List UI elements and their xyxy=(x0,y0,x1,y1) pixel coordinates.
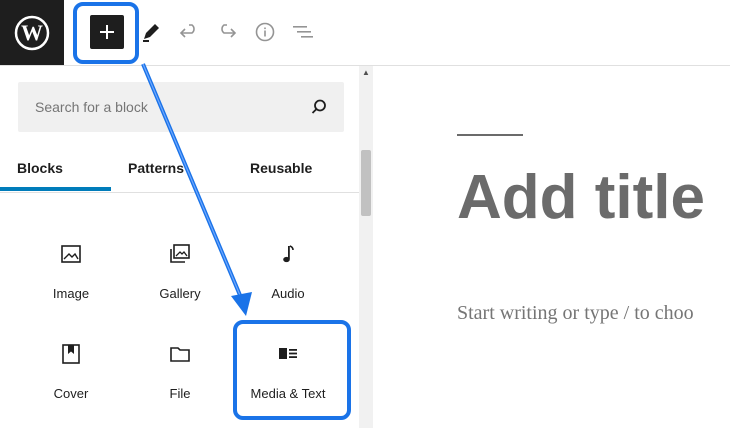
scrollbar-thumb[interactable] xyxy=(361,150,371,216)
list-view-icon[interactable] xyxy=(289,18,317,46)
scroll-up-arrow-icon[interactable]: ▲ xyxy=(362,68,370,77)
search-icon[interactable] xyxy=(310,98,328,121)
edit-pencil-icon[interactable] xyxy=(137,18,165,46)
block-gallery[interactable]: Gallery xyxy=(130,240,230,301)
block-file[interactable]: File xyxy=(130,340,230,401)
title-separator xyxy=(457,134,523,136)
tab-reusable[interactable]: Reusable xyxy=(250,160,312,176)
active-tab-indicator xyxy=(0,187,111,191)
inserter-scrollbar[interactable]: ▲ xyxy=(359,66,373,428)
block-label: Gallery xyxy=(159,286,201,301)
post-title-input[interactable]: Add title xyxy=(457,162,705,233)
block-label: Image xyxy=(52,286,90,301)
wordpress-logo-icon[interactable]: W xyxy=(0,0,64,65)
inserter-highlight-box xyxy=(73,2,139,64)
image-icon xyxy=(21,240,121,268)
svg-text:W: W xyxy=(21,20,43,45)
block-cover[interactable]: Cover xyxy=(21,340,121,401)
tab-patterns[interactable]: Patterns xyxy=(128,160,184,176)
block-audio[interactable]: Audio xyxy=(238,240,338,301)
music-note-icon xyxy=(238,240,338,268)
cover-icon xyxy=(21,340,121,368)
editor-canvas: Add title Start writing or type / to cho… xyxy=(373,66,730,428)
tab-blocks[interactable]: Blocks xyxy=(17,160,63,176)
search-block-input[interactable]: Search for a block xyxy=(18,82,344,132)
folder-icon xyxy=(130,340,230,368)
block-label: File xyxy=(169,386,191,401)
info-icon[interactable] xyxy=(251,18,279,46)
media-text-highlight-box xyxy=(233,320,351,420)
redo-icon[interactable] xyxy=(213,18,241,46)
inserter-tabs: Blocks Patterns Reusable xyxy=(0,146,359,193)
undo-icon[interactable] xyxy=(175,18,203,46)
block-label: Audio xyxy=(271,286,305,301)
block-label: Cover xyxy=(53,386,89,401)
body-placeholder[interactable]: Start writing or type / to choo xyxy=(457,302,694,325)
block-image[interactable]: Image xyxy=(21,240,121,301)
gallery-icon xyxy=(130,240,230,268)
search-placeholder: Search for a block xyxy=(35,99,148,115)
